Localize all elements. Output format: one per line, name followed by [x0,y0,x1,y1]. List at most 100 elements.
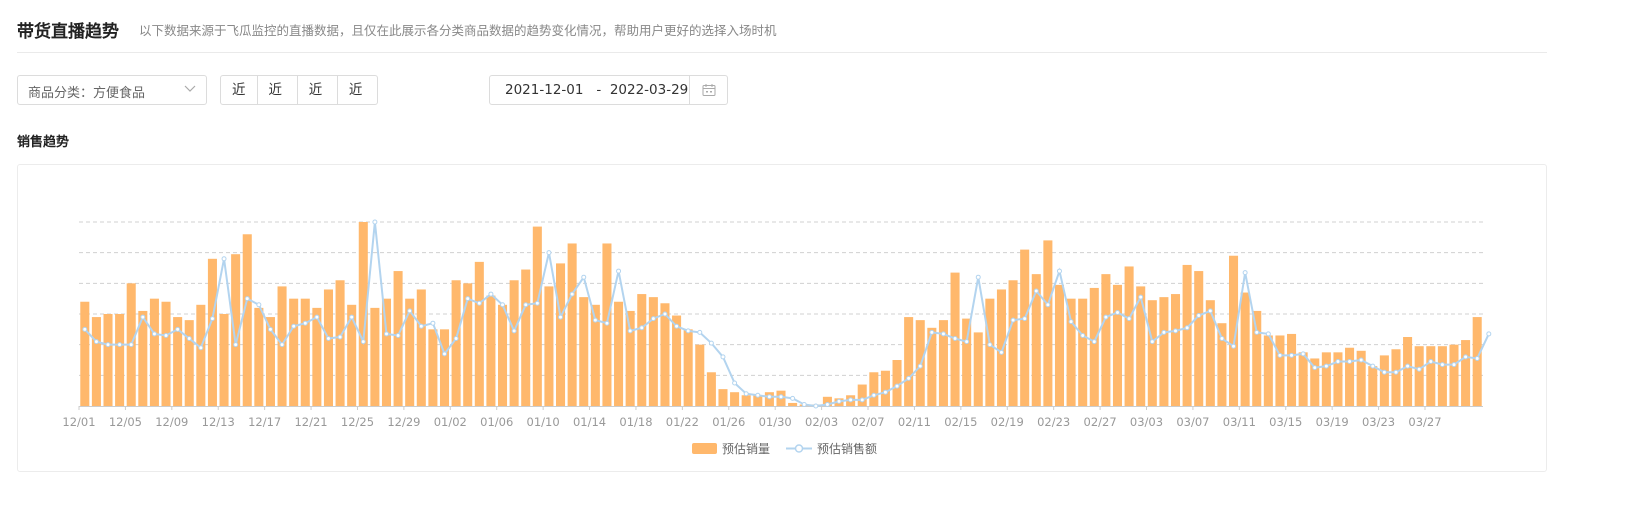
bar [196,304,206,406]
bar [254,307,264,406]
bar [416,289,426,406]
line-point [279,342,285,348]
date-range-picker[interactable]: 2021-12-01 - 2022-03-29 [489,75,728,105]
line-point [743,391,749,397]
line-point [616,268,622,274]
date-start: 2021-12-01 [505,82,584,98]
bar [614,301,624,406]
line-point [801,401,807,407]
bar [207,258,217,406]
line-point [302,320,308,326]
line-point [1080,332,1086,338]
line-point [488,291,494,297]
line-point [395,332,401,338]
line-point [894,383,900,389]
line-point [1173,328,1179,334]
bar [1066,298,1076,406]
x-tick-label: 03/07 [1176,415,1209,429]
line-point [720,354,726,360]
line-point [697,329,703,335]
x-tick-label: 12/01 [62,415,95,429]
line-point [546,250,552,256]
category-select[interactable]: 商品分类：方便食品 [17,75,207,105]
chevron-down-icon [184,85,196,92]
line-point [836,398,842,404]
bar [788,402,798,406]
line-point [732,380,738,386]
line-point [1010,317,1016,323]
line-point [1103,314,1109,320]
line-point [592,317,598,323]
line-point [650,316,656,322]
bar [161,301,171,406]
bar [289,298,299,406]
bar [904,317,914,406]
bar [1403,337,1413,406]
line-point [244,296,250,302]
line-point [418,323,424,329]
bar [323,289,333,406]
line-point [1149,339,1155,345]
bar [672,315,682,406]
bar [300,298,310,406]
bar [1112,284,1123,406]
line-point [337,334,343,340]
line-point [128,342,134,348]
line-point [766,394,772,400]
bar [1298,352,1308,406]
line-point [778,394,784,400]
bar [741,395,751,406]
bar [1263,335,1273,406]
bar [1287,333,1297,406]
bar [1345,347,1355,406]
line-point [476,300,482,306]
calendar-button[interactable] [689,76,728,104]
bar [149,298,159,406]
line-point [465,296,471,302]
line-point [964,339,970,345]
line-point [198,345,204,351]
bar [219,314,229,406]
x-tick-label: 01/14 [573,415,606,429]
line-point [882,389,888,395]
bar [567,243,577,406]
line-point [163,332,169,338]
bar [1089,287,1099,406]
line-point [372,219,378,225]
line-point [1114,309,1120,315]
line-point [151,331,157,337]
bar [370,307,380,406]
range-button-90d[interactable]: 近90天 [338,76,377,104]
range-button-30d[interactable]: 近30天 [298,76,338,104]
x-tick-label: 03/23 [1362,415,1395,429]
line-point [1056,268,1062,274]
bar [996,289,1006,406]
line-point [1045,302,1051,308]
header-divider [17,52,1547,53]
range-button-7d[interactable]: 近7天 [221,76,258,104]
line-point [523,302,529,308]
bar [1449,344,1459,406]
line-point [929,329,935,335]
line-point [685,328,691,334]
line-point [1474,355,1480,361]
x-tick-label: 01/06 [480,415,513,429]
line-point [1022,316,1028,322]
line-point [267,326,273,332]
line-point [1184,325,1190,331]
calendar-icon [702,84,716,96]
bar [1391,349,1401,406]
bar [625,310,635,406]
bar [509,280,519,406]
line-point [1242,270,1248,276]
line-point [639,325,645,331]
x-tick-label: 12/05 [109,415,142,429]
line-point [1335,359,1341,365]
bar [556,263,566,406]
bar [730,392,740,406]
line-point [117,342,123,348]
line-point [1219,336,1225,342]
x-tick-label: 03/19 [1316,415,1349,429]
line-point [1323,363,1329,369]
range-button-15d[interactable]: 近15天 [258,76,298,104]
